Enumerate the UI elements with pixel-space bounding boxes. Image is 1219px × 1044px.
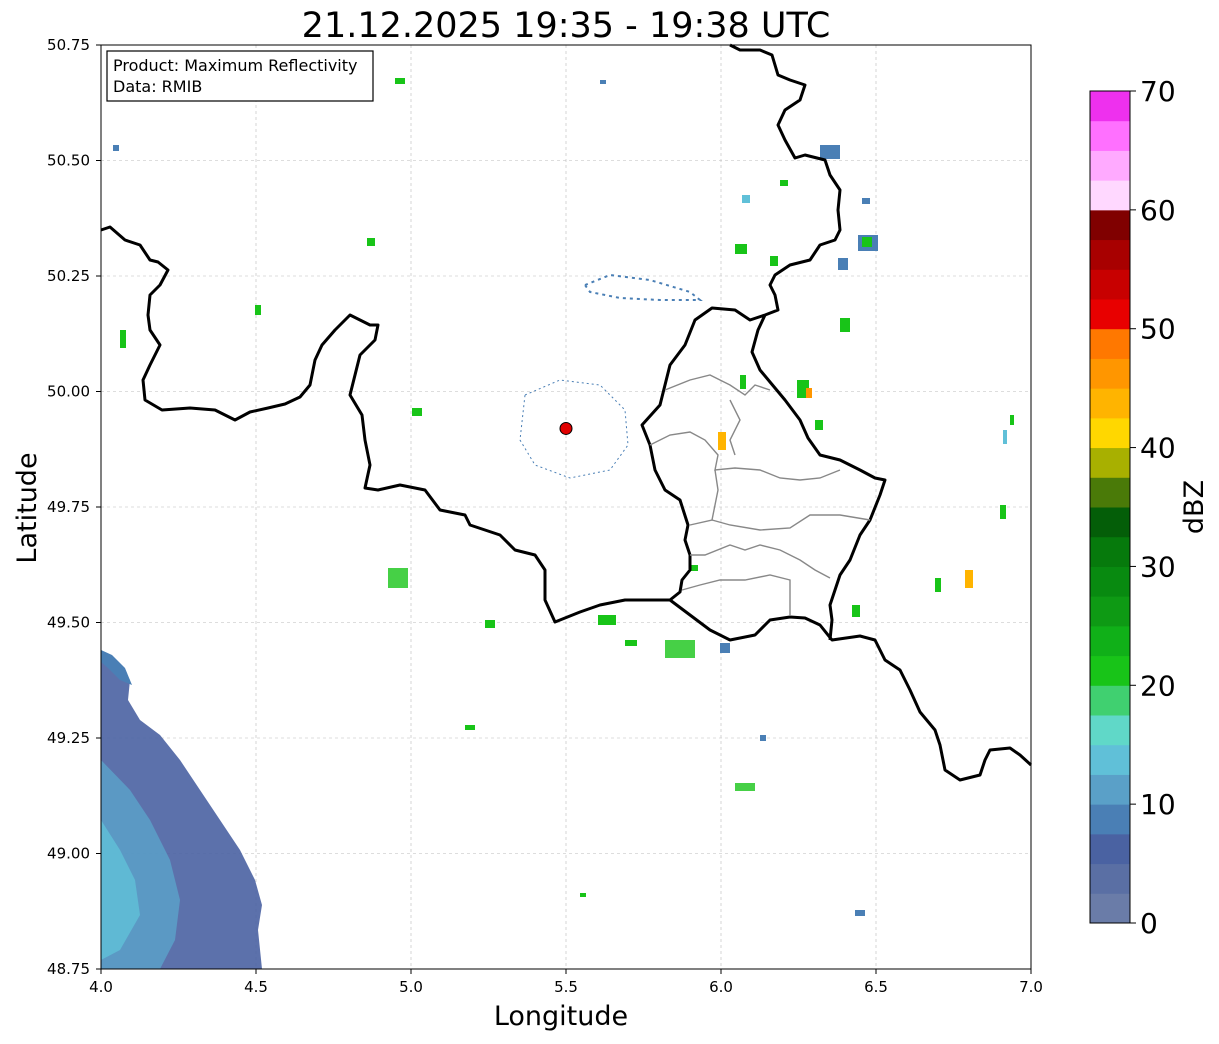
x-tick-label: 5.5 — [554, 978, 578, 996]
info-data-line: Data: RMIB — [113, 77, 202, 96]
colorbar-segment — [1090, 804, 1130, 835]
x-tick-label: 5.0 — [399, 978, 423, 996]
colorbar-segment — [1090, 893, 1130, 924]
colorbar-segment — [1090, 91, 1130, 122]
colorbar-segment — [1090, 596, 1130, 627]
colorbar-segment — [1090, 417, 1130, 449]
colorbar-segment — [1090, 209, 1130, 241]
colorbar-segment — [1090, 536, 1130, 567]
colorbar-segment — [1090, 120, 1130, 151]
colorbar-segment — [1090, 150, 1130, 181]
colorbar-tick-label: 20 — [1140, 669, 1176, 702]
colorbar-segment — [1090, 447, 1130, 478]
y-axis-label: Latitude — [12, 452, 43, 563]
colorbar-segment — [1090, 833, 1130, 865]
radar-map-figure: 21.12.2025 19:35 - 19:38 UTC Product: Ma… — [12, 6, 1210, 1032]
colorbar-segment — [1090, 507, 1130, 538]
colorbar-tick-label: 10 — [1140, 788, 1176, 821]
colorbar-label: dBZ — [1179, 480, 1210, 534]
y-tick-label: 50.75 — [47, 36, 90, 54]
info-product-line: Product: Maximum Reflectivity — [113, 56, 357, 75]
x-axis-label: Longitude — [494, 1001, 628, 1032]
colorbar-segment — [1090, 180, 1130, 211]
y-tick-label: 49.25 — [47, 729, 90, 747]
x-tick-label: 7.0 — [1019, 978, 1043, 996]
y-tick-label: 49.00 — [47, 845, 90, 863]
colorbar-segment — [1090, 388, 1130, 419]
colorbar-tick-label: 60 — [1140, 194, 1176, 227]
colorbar-segment — [1090, 269, 1130, 300]
colorbar-segment — [1090, 299, 1130, 330]
colorbar-segment — [1090, 239, 1130, 270]
x-tick-label: 4.0 — [89, 978, 113, 996]
y-tick-label: 50.50 — [47, 152, 90, 170]
y-tick-label: 48.75 — [47, 960, 90, 978]
y-tick-label: 50.25 — [47, 267, 90, 285]
colorbar-segment — [1090, 744, 1130, 775]
colorbar-segment — [1090, 566, 1130, 597]
colorbar-tick-label: 70 — [1140, 75, 1176, 108]
colorbar-segment — [1090, 328, 1130, 359]
colorbar-tick-label: 40 — [1140, 432, 1176, 465]
plot-area: Product: Maximum Reflectivity Data: RMIB — [100, 43, 1033, 970]
info-box: Product: Maximum Reflectivity Data: RMIB — [106, 50, 374, 102]
y-tick-label: 50.00 — [47, 383, 90, 401]
colorbar-segment — [1090, 715, 1130, 746]
y-tick-label: 49.75 — [47, 498, 90, 516]
colorbar-segment — [1090, 655, 1130, 686]
colorbar: 0 10 20 30 40 50 60 70 — [1089, 75, 1176, 940]
chart-title: 21.12.2025 19:35 - 19:38 UTC — [302, 6, 831, 46]
colorbar-segment — [1090, 477, 1130, 508]
colorbar-segment — [1090, 625, 1130, 657]
y-tick-label: 49.50 — [47, 614, 90, 632]
x-tick-label: 4.5 — [244, 978, 268, 996]
x-tick-label: 6.5 — [864, 978, 888, 996]
x-tick-label: 6.0 — [709, 978, 733, 996]
x-axis-ticks: 4.0 4.5 5.0 5.5 6.0 6.5 7.0 — [89, 969, 1043, 996]
colorbar-segment — [1090, 774, 1130, 805]
colorbar-tick-label: 30 — [1140, 550, 1176, 583]
colorbar-segment — [1090, 358, 1130, 389]
colorbar-tick-label: 0 — [1140, 907, 1158, 940]
colorbar-segment — [1090, 685, 1130, 716]
colorbar-tick-label: 50 — [1140, 313, 1176, 346]
colorbar-segment — [1090, 863, 1130, 894]
radar-site-marker — [559, 421, 573, 435]
y-axis-ticks: 48.75 49.00 49.25 49.50 49.75 50.00 50.25 50.50… — [47, 36, 101, 978]
